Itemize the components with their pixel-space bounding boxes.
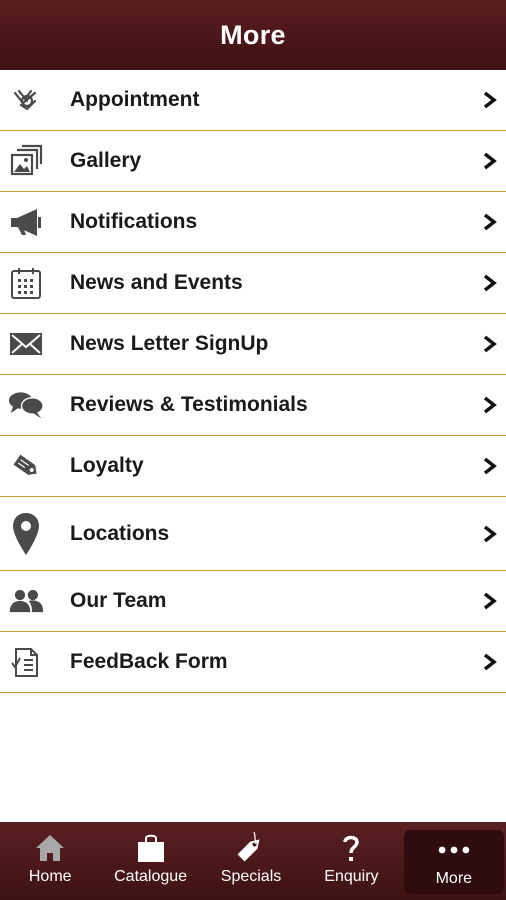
menu-item-label: News Letter SignUp <box>70 332 269 355</box>
envelope-icon <box>8 326 44 362</box>
calendar-icon <box>8 265 44 301</box>
map-pin-icon <box>8 511 44 557</box>
tab-specials[interactable]: Specials <box>201 822 301 900</box>
chevron-right-icon <box>483 592 497 610</box>
app-header: More <box>0 0 506 70</box>
menu-item-notifications[interactable]: Notifications <box>0 192 506 253</box>
chevron-right-icon <box>483 653 497 671</box>
tab-enquiry[interactable]: Enquiry <box>301 822 401 900</box>
menu-item-label: Gallery <box>70 149 142 172</box>
tab-label: More <box>435 870 473 887</box>
tag-icon <box>8 448 44 484</box>
menu-item-appointment[interactable]: Appointment <box>0 70 506 131</box>
menu-item-gallery[interactable]: Gallery <box>0 131 506 192</box>
menu-item-label: Reviews & Testimonials <box>70 393 308 416</box>
menu-item-reviews-testimonials[interactable]: Reviews & Testimonials <box>0 375 506 436</box>
tab-label: Enquiry <box>324 868 379 885</box>
chevron-right-icon <box>483 335 497 353</box>
gallery-icon <box>8 143 44 179</box>
menu-item-news-and-events[interactable]: News and Events <box>0 253 506 314</box>
page-title: More <box>220 19 286 50</box>
menu-item-label: Locations <box>70 521 170 545</box>
feedback-form-icon <box>8 644 44 680</box>
menu-item-our-team[interactable]: Our Team <box>0 571 506 632</box>
chevron-right-icon <box>483 274 497 292</box>
tab-label: Catalogue <box>114 868 188 885</box>
chevron-right-icon <box>483 396 497 414</box>
bottom-tab-bar: Home Catalogue Specials Enquiry More <box>0 822 506 900</box>
chevron-right-icon <box>483 152 497 170</box>
people-icon <box>8 583 44 619</box>
chevron-right-icon <box>483 213 497 231</box>
menu-item-label: Appointment <box>70 88 200 111</box>
price-tag-icon <box>234 830 268 864</box>
tab-label: Specials <box>220 868 282 885</box>
chevron-right-icon <box>483 91 497 109</box>
menu-item-label: Loyalty <box>70 454 144 477</box>
chevron-right-icon <box>483 457 497 475</box>
appointment-icon <box>8 82 44 118</box>
tab-more[interactable]: More <box>403 830 505 894</box>
menu-item-locations[interactable]: Locations <box>0 497 506 571</box>
menu-item-feedback-form[interactable]: FeedBack Form <box>0 632 506 693</box>
menu-item-newsletter-signup[interactable]: News Letter SignUp <box>0 314 506 375</box>
menu-item-label: FeedBack Form <box>70 650 228 673</box>
home-icon <box>33 830 67 864</box>
menu-item-label: Our Team <box>70 589 167 612</box>
tab-home[interactable]: Home <box>0 822 100 900</box>
menu-item-loyalty[interactable]: Loyalty <box>0 436 506 497</box>
question-icon <box>334 830 368 864</box>
menu-item-label: News and Events <box>70 271 243 294</box>
tab-catalogue[interactable]: Catalogue <box>100 822 200 900</box>
chevron-right-icon <box>483 525 497 542</box>
bag-icon <box>134 830 168 864</box>
tab-label: Home <box>28 868 72 885</box>
more-dots-icon <box>437 832 471 866</box>
chat-bubbles-icon <box>8 387 44 423</box>
menu-item-label: Notifications <box>70 210 198 233</box>
more-menu-list: Appointment Gallery Notifications News a… <box>0 70 506 693</box>
megaphone-icon <box>8 204 44 240</box>
